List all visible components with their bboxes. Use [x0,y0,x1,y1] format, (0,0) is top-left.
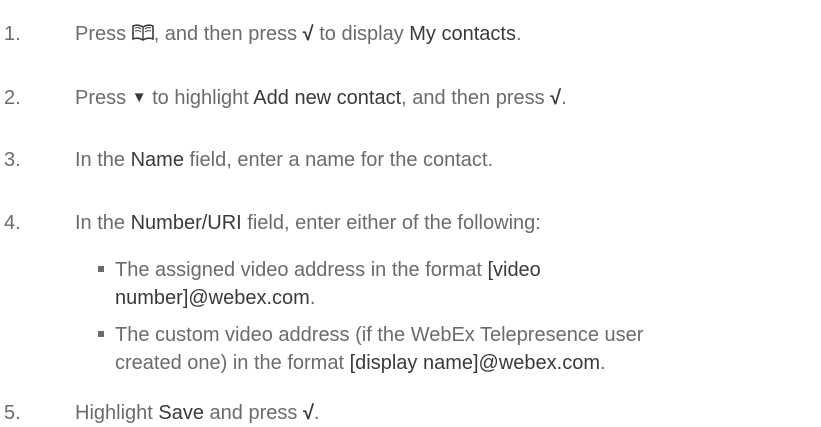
step-text: Press , and then press √ to display My c… [75,20,522,50]
bold-term: Save [158,402,204,424]
book-icon [131,22,154,50]
step-text: In the Name field, enter a name for the … [75,149,494,171]
down-arrow-icon: ▼ [131,89,147,106]
step-text: Press ▼ to highlight Add new contact, an… [75,87,567,109]
bullet-text: The assigned video address in the format… [115,259,541,281]
bullet-marker [98,266,104,272]
bullet-text: created one) in the format [display name… [115,352,606,374]
step-number: 5. [4,402,21,424]
bold-term: Number/URI [130,212,242,234]
step-number: 1. [4,23,21,45]
bullet-text: number]@webex.com. [115,287,316,309]
bold-term: Add new contact [253,87,402,109]
bold-term: My contacts [409,23,516,45]
step-number: 4. [4,212,21,234]
step-text: In the Number/URI field, enter either of… [75,212,541,234]
step-number: 2. [4,87,21,109]
select-key-symbol: √ [302,23,314,45]
step-number: 3. [4,149,21,171]
select-key-symbol: √ [302,402,314,424]
bullet-text: The custom video address (if the WebEx T… [115,324,644,346]
bullet-marker [98,331,104,337]
select-key-symbol: √ [550,87,562,109]
step-text: Highlight Save and press √. [75,402,320,424]
instructions-document: 1. Press , and then press √ to display M… [0,0,821,427]
bold-term: Name [130,149,184,171]
